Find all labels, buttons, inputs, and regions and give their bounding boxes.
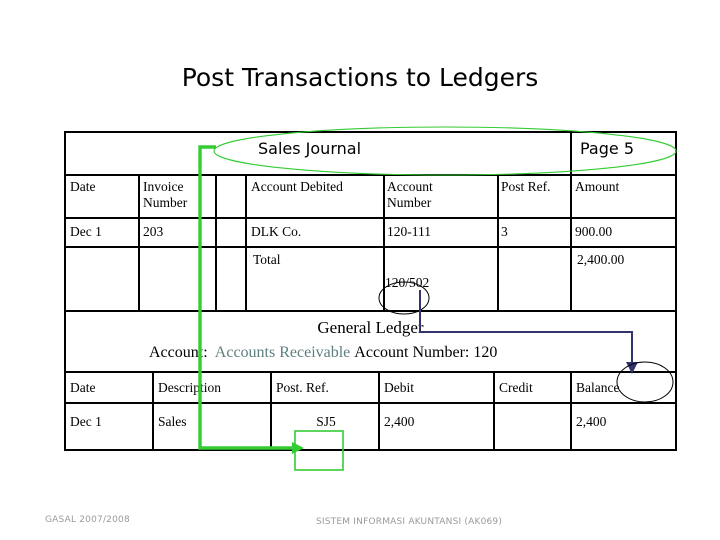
vrule-gl-1 <box>152 371 154 449</box>
rule-journal-row1-bottom <box>66 246 675 248</box>
vrule-gl-3 <box>378 371 380 449</box>
journal-col-invoice-number: Invoice Number <box>143 179 188 210</box>
rule-journal-header-bottom <box>66 174 675 176</box>
vrule-gl-4 <box>493 371 495 449</box>
gl-col-debit: Debit <box>384 380 414 395</box>
gl-col-post-ref: Post. Ref. <box>276 380 329 395</box>
journal-col-amount: Amount <box>575 179 620 194</box>
gl-row1-post-ref: SJ5 <box>316 414 336 429</box>
journal-col-account-debited: Account Debited <box>251 179 343 194</box>
gl-row1-balance: 2,400 <box>576 414 607 429</box>
gl-row1-description: Sales <box>158 414 187 429</box>
sales-journal-heading: Sales Journal <box>258 139 362 158</box>
gl-col-description: Description <box>158 380 221 395</box>
vrule-journal-3 <box>245 174 247 310</box>
general-ledger-account-line: Account: Accounts Receivable Account Num… <box>149 344 497 362</box>
vrule-journal-1 <box>138 174 140 310</box>
rule-journal-total-bottom <box>66 310 675 312</box>
journal-col-account-number: Account Number <box>387 179 433 210</box>
rule-gl-columns-bottom <box>66 402 675 404</box>
sales-journal-page-label: Page 5 <box>580 139 634 158</box>
footer-semester: GASAL 2007/2008 <box>45 515 130 525</box>
vrule-journal-page-divider <box>570 133 572 174</box>
journal-total-amount: 2,400.00 <box>577 252 625 267</box>
gl-row1-debit: 2,400 <box>384 414 415 429</box>
journal-row1-date: Dec 1 <box>70 224 102 239</box>
gl-account-name: Accounts Receivable <box>214 344 351 361</box>
page-title: Post Transactions to Ledgers <box>181 63 539 92</box>
vrule-journal-2 <box>215 174 217 310</box>
gl-account-number-label: Account Number: 120 <box>354 344 498 361</box>
general-ledger-heading: General Ledger <box>317 318 424 337</box>
rule-journal-columns-bottom <box>66 217 675 219</box>
journal-col-date: Date <box>70 179 96 194</box>
gl-account-label: Account: <box>149 344 208 361</box>
journal-total-label: Total <box>253 252 281 267</box>
rule-gl-header-bottom <box>66 371 675 373</box>
footer-course: SISTEM INFORMASI AKUNTANSI (AK069) <box>316 517 503 527</box>
vrule-gl-5 <box>570 371 572 449</box>
journal-row1-post-ref: 3 <box>501 224 508 239</box>
journal-row1-amount: 900.00 <box>575 224 613 239</box>
gl-col-balance: Balance <box>576 380 620 395</box>
slide-canvas: Post Transactions to Ledgers Sales Journ… <box>0 0 720 540</box>
vrule-journal-6 <box>570 174 572 310</box>
journal-row1-invoice-number: 203 <box>143 224 164 239</box>
journal-col-post-ref: Post Ref. <box>501 179 551 194</box>
vrule-journal-5 <box>497 174 499 310</box>
journal-total-account-number: 120/502 <box>385 275 430 290</box>
gl-row1-date: Dec 1 <box>70 414 102 429</box>
gl-col-date: Date <box>70 380 96 395</box>
vrule-gl-2 <box>270 371 272 449</box>
gl-col-credit: Credit <box>499 380 533 395</box>
journal-row1-account-number: 120-111 <box>387 224 431 239</box>
journal-row1-account-debited: DLK Co. <box>251 224 302 239</box>
